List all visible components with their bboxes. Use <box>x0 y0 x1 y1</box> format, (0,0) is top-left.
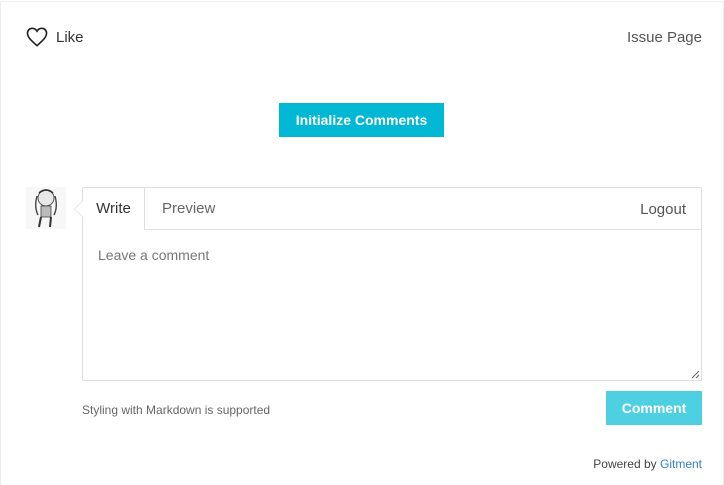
issue-page-link[interactable]: Issue Page <box>627 29 702 46</box>
avatar[interactable] <box>26 187 66 229</box>
resize-handle-icon[interactable] <box>690 369 700 379</box>
comment-input[interactable] <box>83 230 701 380</box>
tab-preview[interactable]: Preview <box>162 188 215 229</box>
like-button[interactable]: Like <box>26 27 84 47</box>
like-label: Like <box>56 28 84 46</box>
logout-link[interactable]: Logout <box>640 188 686 231</box>
gitment-link[interactable]: Gitment <box>660 457 702 471</box>
editor-tabs: Write Preview Logout <box>83 188 701 230</box>
powered-by-label: Powered by <box>593 457 657 471</box>
tab-write[interactable]: Write <box>83 188 145 230</box>
initialize-comments-button[interactable]: Initialize Comments <box>279 103 444 137</box>
heart-icon <box>26 27 48 47</box>
comment-button[interactable]: Comment <box>606 391 702 425</box>
comment-editor: Write Preview Logout <box>74 187 702 381</box>
powered-by: Powered by Gitment <box>593 457 702 471</box>
markdown-note: Styling with Markdown is supported <box>82 403 271 417</box>
